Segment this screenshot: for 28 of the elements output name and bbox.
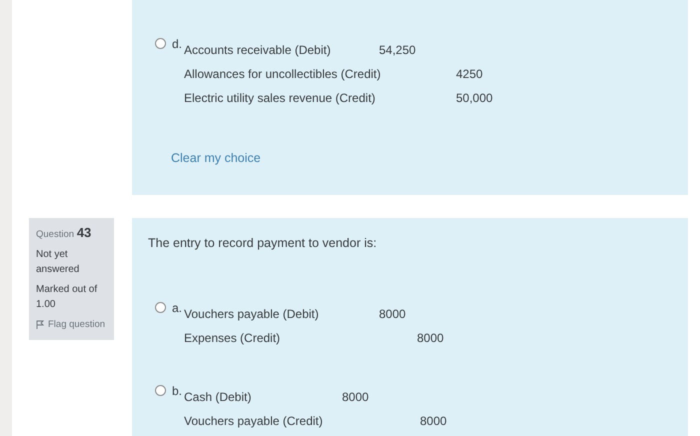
question-status: Not yet answered: [36, 248, 80, 277]
radio-button[interactable]: [155, 302, 166, 313]
credit-amount: 8000: [420, 414, 447, 428]
account-name: Allowances for uncollectibles (Credit): [184, 67, 381, 81]
clear-choice-link[interactable]: Clear my choice: [171, 151, 261, 165]
credit-amount: 4250: [456, 67, 483, 81]
debit-amount: 8000: [379, 307, 406, 321]
account-name: Vouchers payable (Credit): [184, 414, 323, 428]
radio-button[interactable]: [155, 38, 166, 49]
radio-button[interactable]: [155, 385, 166, 396]
question-marks: Marked out of 1.00: [36, 283, 98, 312]
account-name: Vouchers payable (Debit): [184, 307, 319, 321]
option-letter: b.: [172, 385, 184, 397]
debit-amount: 8000: [342, 390, 369, 404]
option-letter: a.: [172, 302, 184, 314]
flag-link[interactable]: Flag question: [48, 317, 106, 332]
question-label: Question: [36, 229, 74, 240]
flag-icon[interactable]: [36, 320, 44, 329]
credit-amount: 8000: [417, 331, 444, 345]
debit-amount: 54,250: [379, 43, 416, 57]
option-letter: d.: [172, 38, 184, 50]
credit-amount: 50,000: [456, 91, 493, 105]
account-name: Cash (Debit): [184, 390, 252, 404]
question-text: The entry to record payment to vendor is:: [148, 236, 378, 252]
account-name: Electric utility sales revenue (Credit): [184, 91, 376, 105]
account-name: Expenses (Credit): [184, 331, 280, 345]
account-name: Accounts receivable (Debit): [184, 43, 331, 57]
question-number: 43: [76, 225, 92, 240]
